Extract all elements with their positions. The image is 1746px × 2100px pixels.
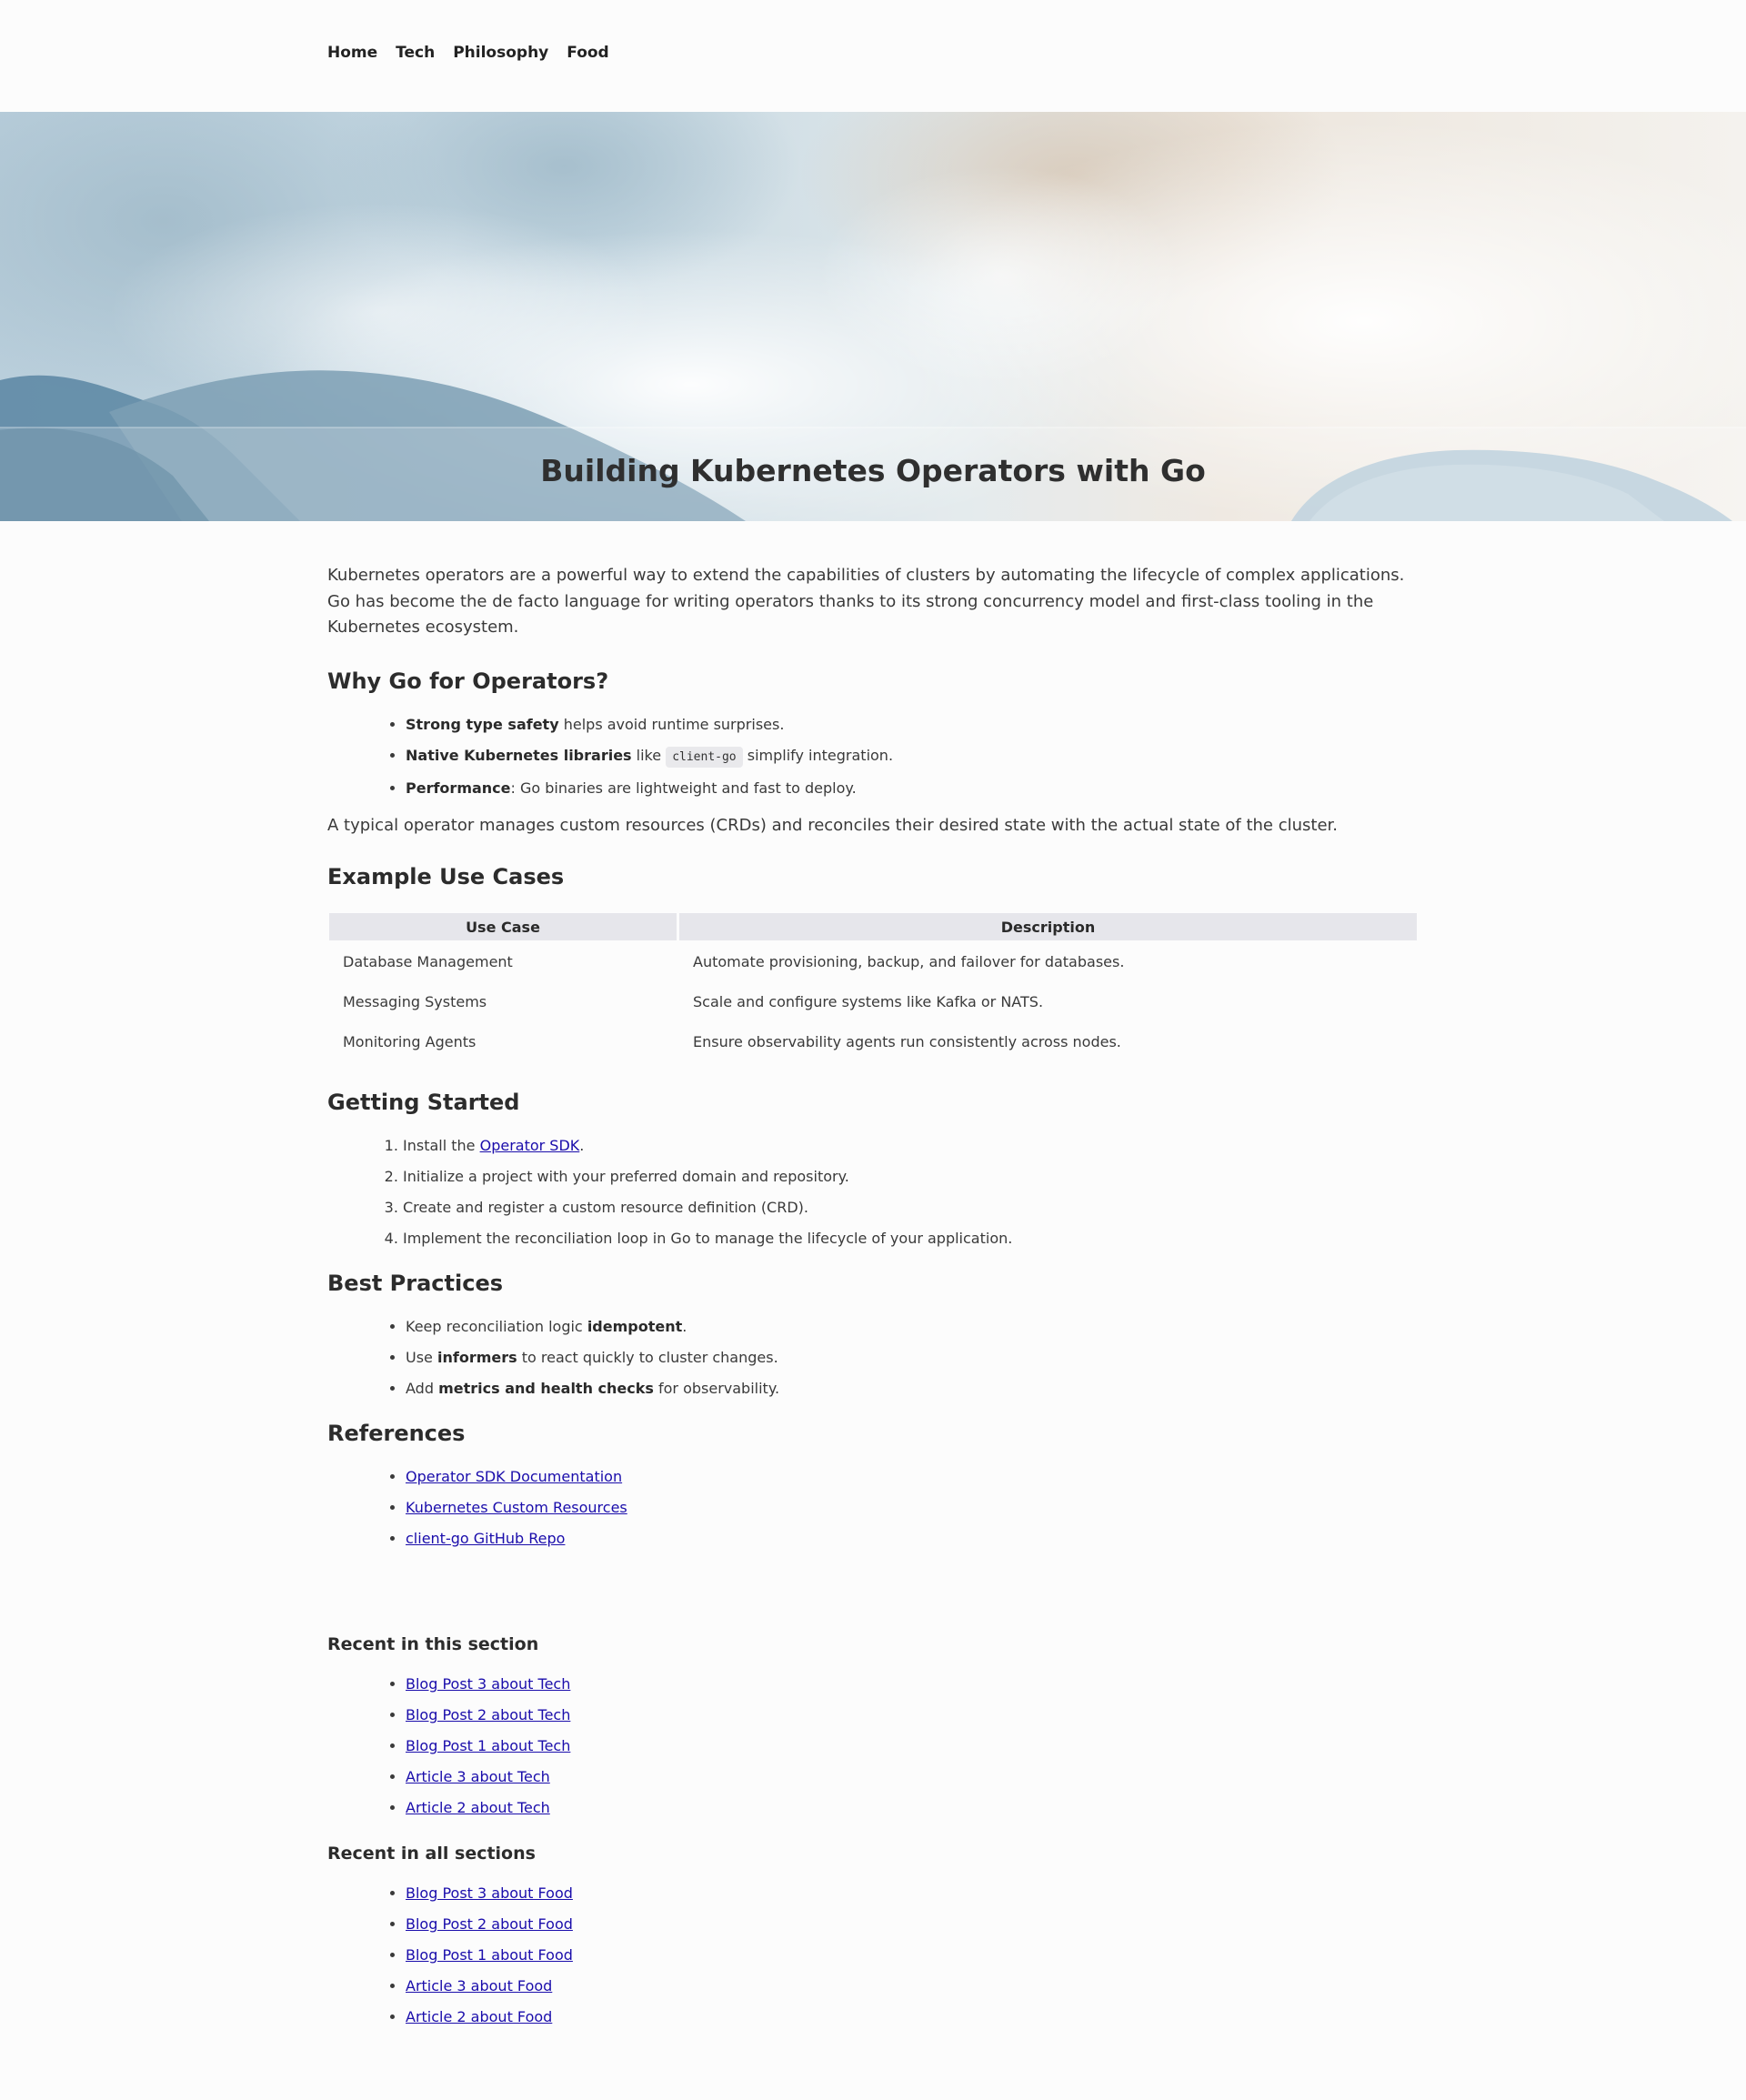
- list-item: Performance: Go binaries are lightweight…: [406, 773, 1419, 804]
- table-row: Database Management Automate provisionin…: [329, 942, 1417, 980]
- best-practices-list: Keep reconciliation logic idempotent. Us…: [327, 1311, 1419, 1404]
- list-item: Initialize a project with your preferred…: [403, 1161, 1419, 1192]
- list-item: Blog Post 2 about Tech: [406, 1700, 1419, 1731]
- list-item: Article 3 about Food: [406, 1971, 1419, 2002]
- list-item: client-go GitHub Repo: [406, 1523, 1419, 1554]
- column-header-use-case: Use Case: [329, 913, 677, 940]
- article-content: Kubernetes operators are a powerful way …: [327, 563, 1419, 2033]
- list-item: Keep reconciliation logic idempotent.: [406, 1311, 1419, 1342]
- heading-use-cases: Example Use Cases: [327, 864, 565, 889]
- heading-why-go: Why Go for Operators?: [327, 668, 609, 694]
- operator-sdk-link[interactable]: Operator SDK: [480, 1137, 580, 1154]
- hero-banner: Building Kubernetes Operators with Go: [0, 112, 1746, 521]
- recent-post-link[interactable]: Blog Post 1 about Food: [406, 1946, 573, 1964]
- list-item: Add metrics and health checks for observ…: [406, 1373, 1419, 1404]
- list-item: Implement the reconciliation loop in Go …: [403, 1223, 1419, 1254]
- list-item: Kubernetes Custom Resources: [406, 1492, 1419, 1523]
- nav-philosophy[interactable]: Philosophy: [453, 44, 548, 62]
- use-cases-table: Use Case Description Database Management…: [326, 911, 1420, 1062]
- reference-link[interactable]: client-go GitHub Repo: [406, 1530, 565, 1547]
- nav-tech[interactable]: Tech: [396, 44, 435, 62]
- list-item: Native Kubernetes libraries like client-…: [406, 740, 1419, 773]
- list-item: Install the Operator SDK.: [403, 1130, 1419, 1161]
- table-cell: Monitoring Agents: [343, 1032, 477, 1050]
- heading-recent-in-section: Recent in this section: [327, 1634, 539, 1654]
- getting-started-steps: Install the Operator SDK. Initialize a p…: [327, 1130, 1419, 1254]
- list-item: Blog Post 2 about Food: [406, 1909, 1419, 1940]
- reference-link[interactable]: Kubernetes Custom Resources: [406, 1499, 627, 1516]
- column-header-description: Description: [679, 913, 1417, 940]
- recent-post-link[interactable]: Blog Post 2 about Food: [406, 1915, 573, 1933]
- references-list: Operator SDK Documentation Kubernetes Cu…: [327, 1462, 1419, 1554]
- table-cell: Messaging Systems: [343, 992, 487, 1010]
- list-item: Blog Post 1 about Food: [406, 1940, 1419, 1971]
- recent-post-link[interactable]: Article 2 about Tech: [406, 1799, 550, 1816]
- list-item: Use informers to react quickly to cluste…: [406, 1342, 1419, 1373]
- page: Home Tech Philosophy Food Building Kuber…: [0, 0, 1746, 2100]
- list-item: Article 3 about Tech: [406, 1762, 1419, 1793]
- table-row: Messaging Systems Scale and configure sy…: [329, 982, 1417, 1020]
- list-item: Strong type safety helps avoid runtime s…: [406, 709, 1419, 740]
- list-item: Blog Post 3 about Tech: [406, 1669, 1419, 1700]
- heading-best-practices: Best Practices: [327, 1271, 504, 1296]
- heading-recent-all-sections: Recent in all sections: [327, 1844, 536, 1864]
- recent-post-link[interactable]: Article 2 about Food: [406, 2008, 552, 2025]
- crd-paragraph: A typical operator manages custom resour…: [327, 815, 1338, 835]
- table-cell: Database Management: [343, 952, 513, 970]
- intro-paragraph: Kubernetes operators are a powerful way …: [327, 566, 1405, 637]
- recent-post-link[interactable]: Article 3 about Food: [406, 1977, 552, 1994]
- reference-link[interactable]: Operator SDK Documentation: [406, 1468, 622, 1485]
- table-header-row: Use Case Description: [329, 913, 1417, 940]
- recent-post-link[interactable]: Blog Post 1 about Tech: [406, 1737, 570, 1754]
- nav-home[interactable]: Home: [327, 44, 377, 62]
- list-item: Blog Post 1 about Tech: [406, 1731, 1419, 1762]
- list-item: Article 2 about Food: [406, 2002, 1419, 2033]
- why-go-list: Strong type safety helps avoid runtime s…: [327, 709, 1419, 804]
- list-item: Create and register a custom resource de…: [403, 1192, 1419, 1223]
- page-title: Building Kubernetes Operators with Go: [540, 453, 1206, 488]
- table-cell: Scale and configure systems like Kafka o…: [693, 992, 1044, 1010]
- recent-in-section-list: Blog Post 3 about Tech Blog Post 2 about…: [327, 1669, 1419, 1824]
- list-item: Operator SDK Documentation: [406, 1462, 1419, 1492]
- heading-references: References: [327, 1421, 466, 1446]
- recent-post-link[interactable]: Blog Post 2 about Tech: [406, 1706, 570, 1723]
- recent-section: Recent in this section Blog Post 3 about…: [327, 1634, 1419, 2033]
- list-item: Article 2 about Tech: [406, 1793, 1419, 1824]
- recent-all-sections-list: Blog Post 3 about Food Blog Post 2 about…: [327, 1878, 1419, 2033]
- inline-code: client-go: [666, 746, 743, 768]
- top-nav: Home Tech Philosophy Food: [327, 44, 609, 62]
- recent-post-link[interactable]: Blog Post 3 about Tech: [406, 1675, 570, 1693]
- table-cell: Automate provisioning, backup, and failo…: [693, 952, 1125, 970]
- table-row: Monitoring Agents Ensure observability a…: [329, 1022, 1417, 1060]
- recent-post-link[interactable]: Blog Post 3 about Food: [406, 1884, 573, 1902]
- table-cell: Ensure observability agents run consiste…: [693, 1032, 1121, 1050]
- recent-post-link[interactable]: Article 3 about Tech: [406, 1768, 550, 1785]
- list-item: Blog Post 3 about Food: [406, 1878, 1419, 1909]
- heading-getting-started: Getting Started: [327, 1090, 520, 1115]
- nav-food[interactable]: Food: [567, 44, 608, 62]
